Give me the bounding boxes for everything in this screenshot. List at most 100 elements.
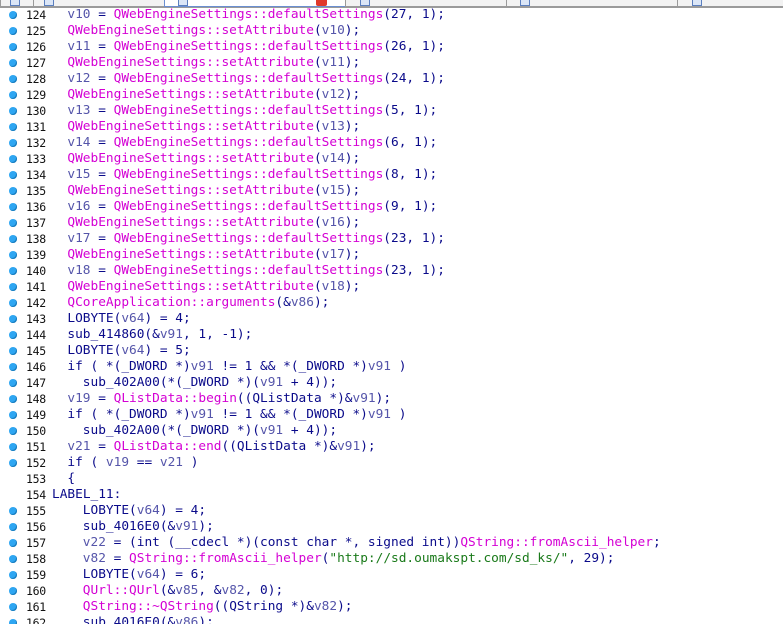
breakpoint-dot-icon[interactable] [9,571,17,579]
line-gutter[interactable]: 127 [0,55,50,71]
code-line[interactable]: 143 LOBYTE(v64) = 4; [0,311,783,327]
line-gutter[interactable]: 144 [0,327,50,343]
line-gutter[interactable]: 156 [0,519,50,535]
line-gutter[interactable]: 150 [0,423,50,439]
line-gutter[interactable]: 141 [0,279,50,295]
line-gutter[interactable]: 162 [0,615,50,624]
line-gutter[interactable]: 153 [0,471,50,487]
code-line[interactable]: 125 QWebEngineSettings::setAttribute(v10)… [0,23,783,39]
breakpoint-dot-icon[interactable] [9,395,17,403]
code-line[interactable]: 161 QString::~QString((QString *)&v82); [0,599,783,615]
breakpoint-dot-icon[interactable] [9,59,17,67]
breakpoint-dot-icon[interactable] [9,603,17,611]
code-line[interactable]: 159 LOBYTE(v64) = 6; [0,567,783,583]
code-line[interactable]: 145 LOBYTE(v64) = 5; [0,343,783,359]
line-gutter[interactable]: 133 [0,151,50,167]
line-gutter[interactable]: 132 [0,135,50,151]
line-gutter[interactable]: 124 [0,7,50,23]
line-gutter[interactable]: 161 [0,599,50,615]
breakpoint-dot-icon[interactable] [9,203,17,211]
breakpoint-dot-icon[interactable] [9,299,17,307]
breakpoint-dot-icon[interactable] [9,235,17,243]
line-gutter[interactable]: 139 [0,247,50,263]
breakpoint-dot-icon[interactable] [9,155,17,163]
code-line[interactable]: 139 QWebEngineSettings::setAttribute(v17)… [0,247,783,263]
breakpoint-dot-icon[interactable] [9,587,17,595]
line-gutter[interactable]: 136 [0,199,50,215]
breakpoint-dot-icon[interactable] [9,251,17,259]
line-gutter[interactable]: 135 [0,183,50,199]
breakpoint-dot-icon[interactable] [9,555,17,563]
code-line[interactable]: 137 QWebEngineSettings::setAttribute(v16)… [0,215,783,231]
breakpoint-dot-icon[interactable] [9,91,17,99]
breakpoint-dot-icon[interactable] [9,379,17,387]
line-gutter[interactable]: 145 [0,343,50,359]
line-gutter[interactable]: 143 [0,311,50,327]
line-gutter[interactable]: 131 [0,119,50,135]
code-line[interactable]: 132 v14 = QWebEngineSettings::defaultSett… [0,135,783,151]
breakpoint-dot-icon[interactable] [9,107,17,115]
code-line[interactable]: 146 if ( *(_DWORD *)v91 != 1 && *(_DWORD … [0,359,783,375]
breakpoint-dot-icon[interactable] [9,331,17,339]
line-gutter[interactable]: 151 [0,439,50,455]
line-gutter[interactable]: 155 [0,503,50,519]
code-line[interactable]: 142 QCoreApplication::arguments(&v86); [0,295,783,311]
tab-inactive[interactable] [506,0,678,7]
line-gutter[interactable]: 138 [0,231,50,247]
breakpoint-dot-icon[interactable] [9,363,17,371]
code-line[interactable]: 144 sub_414860(&v91, 1, -1); [0,327,783,343]
code-line[interactable]: 156 sub_4016E0(&v91); [0,519,783,535]
breakpoint-dot-icon[interactable] [9,27,17,35]
code-line[interactable]: 151 v21 = QListData::end((QListData *)&v9… [0,439,783,455]
breakpoint-dot-icon[interactable] [9,43,17,51]
line-gutter[interactable]: 152 [0,455,50,471]
tab-close-icon[interactable] [316,0,327,6]
breakpoint-dot-icon[interactable] [9,507,17,515]
code-line[interactable]: 160 QUrl::QUrl(&v85, &v82, 0); [0,583,783,599]
code-line[interactable]: 158 v82 = QString::fromAscii_helper("http… [0,551,783,567]
code-line[interactable]: 129 QWebEngineSettings::setAttribute(v12)… [0,87,783,103]
code-line[interactable]: 133 QWebEngineSettings::setAttribute(v14)… [0,151,783,167]
line-gutter[interactable]: 147 [0,375,50,391]
breakpoint-dot-icon[interactable] [9,267,17,275]
line-gutter[interactable]: 157 [0,535,50,551]
breakpoint-dot-icon[interactable] [9,619,17,624]
code-line[interactable]: 148 v19 = QListData::begin((QListData *)&… [0,391,783,407]
code-line[interactable]: 130 v13 = QWebEngineSettings::defaultSett… [0,103,783,119]
breakpoint-dot-icon[interactable] [9,187,17,195]
code-line[interactable]: 124 v10 = QWebEngineSettings::defaultSett… [0,7,783,23]
code-line[interactable]: 152 if ( v19 == v21 ) [0,455,783,471]
line-gutter[interactable]: 126 [0,39,50,55]
breakpoint-dot-icon[interactable] [9,139,17,147]
breakpoint-dot-icon[interactable] [9,123,17,131]
breakpoint-dot-icon[interactable] [9,459,17,467]
breakpoint-dot-icon[interactable] [9,171,17,179]
line-gutter[interactable]: 158 [0,551,50,567]
line-gutter[interactable]: 154 [0,487,50,503]
line-gutter[interactable]: 137 [0,215,50,231]
code-line[interactable]: 136 v16 = QWebEngineSettings::defaultSett… [0,199,783,215]
line-gutter[interactable]: 125 [0,23,50,39]
code-line[interactable]: 154 LABEL_11: [0,487,783,503]
code-line[interactable]: 127 QWebEngineSettings::setAttribute(v11)… [0,55,783,71]
breakpoint-dot-icon[interactable] [9,11,17,19]
breakpoint-dot-icon[interactable] [9,427,17,435]
code-line[interactable]: 153 { [0,471,783,487]
breakpoint-dot-icon[interactable] [9,523,17,531]
breakpoint-dot-icon[interactable] [9,539,17,547]
breakpoint-dot-icon[interactable] [9,347,17,355]
breakpoint-dot-icon[interactable] [9,75,17,83]
code-line[interactable]: 128 v12 = QWebEngineSettings::defaultSett… [0,71,783,87]
code-line[interactable]: 150 sub_402A00(*(_DWORD *)(v91 + 4)); [0,423,783,439]
line-gutter[interactable]: 134 [0,167,50,183]
line-gutter[interactable]: 130 [0,103,50,119]
line-gutter[interactable]: 160 [0,583,50,599]
code-line[interactable]: 131 QWebEngineSettings::setAttribute(v13)… [0,119,783,135]
code-line[interactable]: 135 QWebEngineSettings::setAttribute(v15)… [0,183,783,199]
breakpoint-dot-icon[interactable] [9,315,17,323]
code-line[interactable]: 149 if ( *(_DWORD *)v91 != 1 && *(_DWORD … [0,407,783,423]
line-gutter[interactable]: 148 [0,391,50,407]
code-line[interactable]: 138 v17 = QWebEngineSettings::defaultSett… [0,231,783,247]
line-gutter[interactable]: 149 [0,407,50,423]
line-gutter[interactable]: 142 [0,295,50,311]
